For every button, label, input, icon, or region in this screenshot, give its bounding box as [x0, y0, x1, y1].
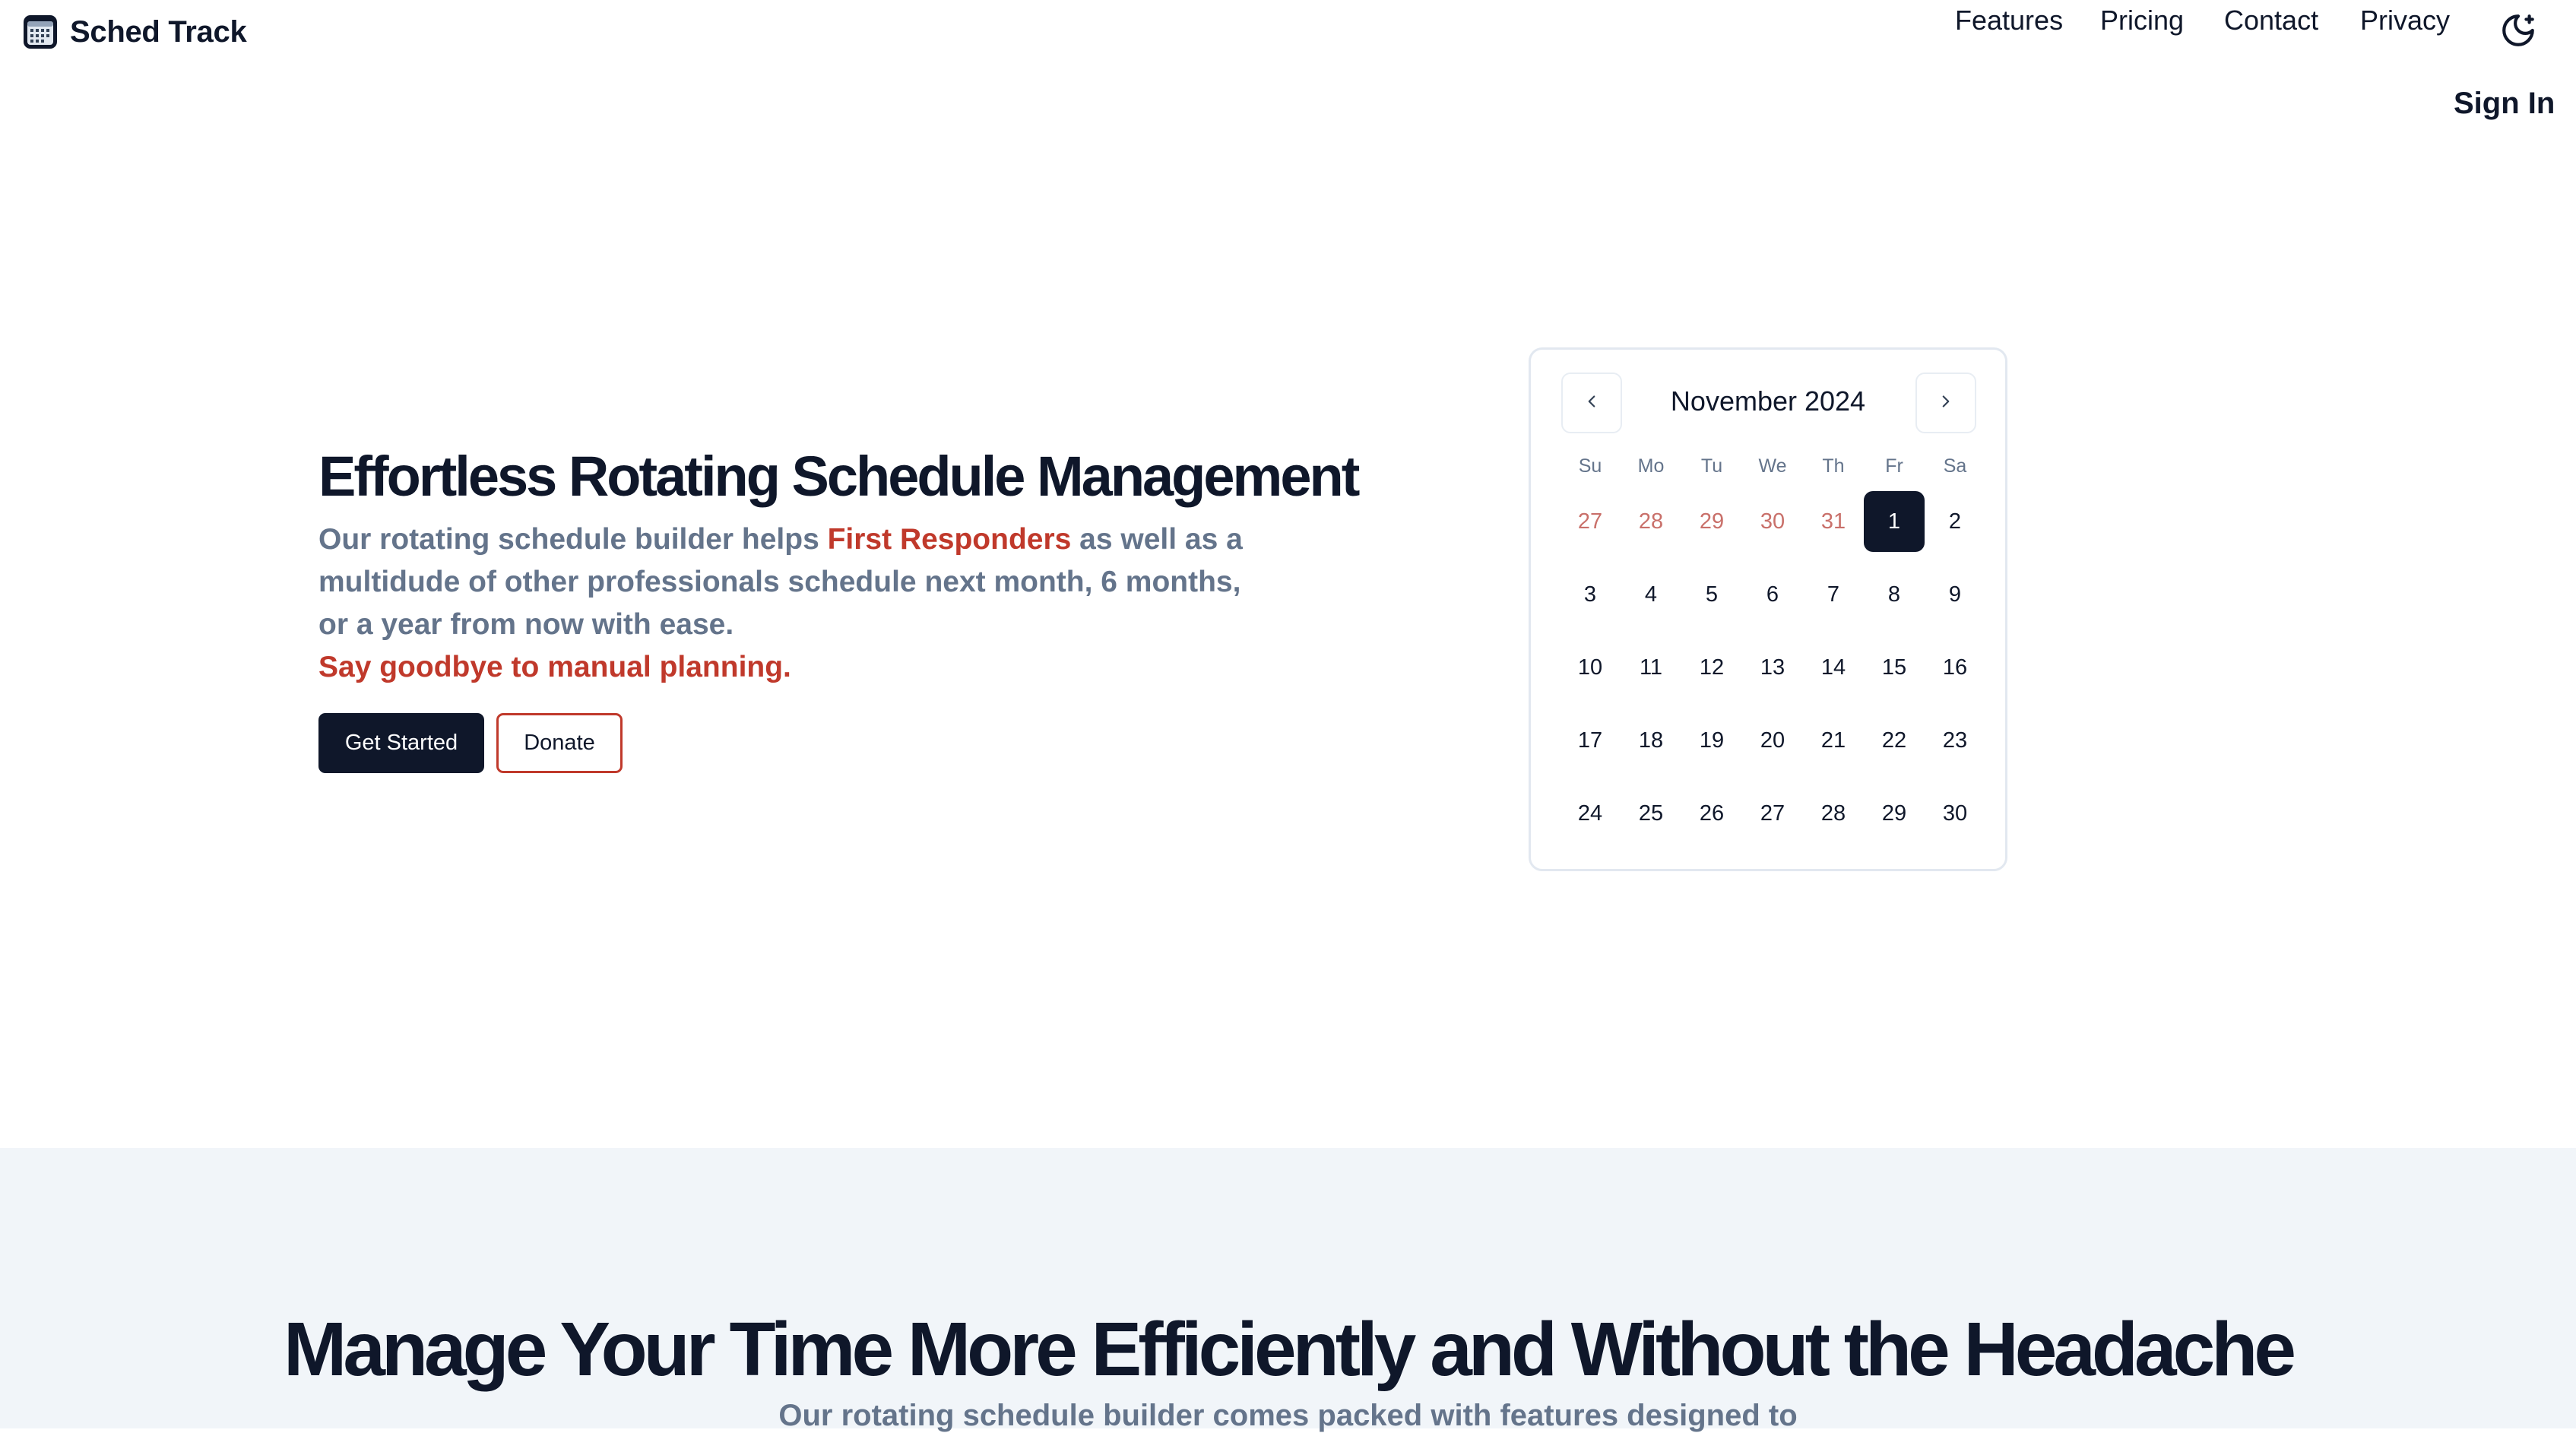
nav-link-contact[interactable]: Contact — [2224, 5, 2318, 36]
calendar-day[interactable]: 21 — [1803, 710, 1864, 771]
features-title: Manage Your Time More Efficiently and Wi… — [284, 1307, 2296, 1392]
hero-description: Our rotating schedule builder helps Firs… — [318, 518, 1261, 646]
calendar-day[interactable]: 18 — [1621, 710, 1681, 771]
calendar-day[interactable]: 6 — [1742, 564, 1803, 625]
features-subtitle: Our rotating schedule builder comes pack… — [778, 1399, 1798, 1432]
calendar-next-month-button[interactable] — [1915, 373, 1976, 433]
calendar-day[interactable]: 3 — [1560, 564, 1621, 625]
brand-name: Sched Track — [70, 14, 247, 49]
calendar-day[interactable]: 19 — [1681, 710, 1742, 771]
calendar-day[interactable]: 13 — [1742, 637, 1803, 698]
calendar-day-outside[interactable]: 29 — [1681, 491, 1742, 552]
weekday-label: Fr — [1885, 455, 1903, 477]
calendar-day[interactable]: 11 — [1621, 637, 1681, 698]
weekday-label: Th — [1822, 455, 1845, 477]
calendar-day-selected[interactable]: 1 — [1864, 491, 1925, 552]
calendar-day[interactable]: 10 — [1560, 637, 1621, 698]
get-started-button[interactable]: Get Started — [318, 713, 484, 773]
weekday-label: We — [1758, 455, 1787, 477]
nav-link-privacy[interactable]: Privacy — [2360, 5, 2450, 36]
calendar-day[interactable]: 17 — [1560, 710, 1621, 771]
calendar-day-outside[interactable]: 30 — [1742, 491, 1803, 552]
brand-link[interactable]: Sched Track — [21, 12, 247, 52]
calendar-day[interactable]: 15 — [1864, 637, 1925, 698]
calendar-day[interactable]: 24 — [1560, 783, 1621, 844]
calendar-day[interactable]: 30 — [1925, 783, 1985, 844]
calendar-day-outside[interactable]: 31 — [1803, 491, 1864, 552]
calendar-day[interactable]: 9 — [1925, 564, 1985, 625]
calendar-day[interactable]: 7 — [1803, 564, 1864, 625]
theme-toggle-button[interactable] — [2497, 11, 2540, 53]
calendar-weekday-header: Su Mo Tu We Th Fr Sa — [1560, 447, 1985, 485]
weekday-label: Mo — [1637, 455, 1665, 477]
calendar-day[interactable]: 14 — [1803, 637, 1864, 698]
hero-description-text: Our rotating schedule builder helps — [318, 523, 828, 556]
calendar-day[interactable]: 28 — [1803, 783, 1864, 844]
calendar-day[interactable]: 22 — [1864, 710, 1925, 771]
calendar-day[interactable]: 16 — [1925, 637, 1985, 698]
moon-icon — [2499, 11, 2537, 53]
weekday-label: Tu — [1700, 455, 1723, 477]
nav-link-pricing[interactable]: Pricing — [2100, 5, 2184, 36]
sign-in-link[interactable]: Sign In — [2454, 87, 2555, 121]
calendar-day[interactable]: 8 — [1864, 564, 1925, 625]
calendar-day[interactable]: 20 — [1742, 710, 1803, 771]
calendar-widget: November 2024 Su Mo Tu We Th Fr Sa 27 28… — [1529, 347, 2007, 871]
weekday-label: Sa — [1943, 455, 1967, 477]
weekday-label: Su — [1578, 455, 1602, 477]
calendar-day[interactable]: 27 — [1742, 783, 1803, 844]
calendar-day[interactable]: 25 — [1621, 783, 1681, 844]
calendar-day[interactable]: 29 — [1864, 783, 1925, 844]
hero-tagline: Say goodbye to manual planning. — [318, 651, 791, 683]
calendar-day-outside[interactable]: 28 — [1621, 491, 1681, 552]
calendar-grid: Su Mo Tu We Th Fr Sa 27 28 29 30 31 1 2 … — [1560, 447, 1985, 850]
hero-highlight-first-responders: First Responders — [827, 523, 1072, 556]
calendar-week-row: 17 18 19 20 21 22 23 — [1560, 704, 1985, 777]
calendar-week-row: 27 28 29 30 31 1 2 — [1560, 485, 1985, 558]
calendar-day[interactable]: 23 — [1925, 710, 1985, 771]
nav-link-features[interactable]: Features — [1955, 5, 2063, 36]
calendar-icon — [21, 13, 59, 51]
calendar-day[interactable]: 2 — [1925, 491, 1985, 552]
calendar-week-row: 10 11 12 13 14 15 16 — [1560, 631, 1985, 704]
donate-button[interactable]: Donate — [496, 713, 623, 773]
calendar-day[interactable]: 26 — [1681, 783, 1742, 844]
calendar-day-outside[interactable]: 27 — [1560, 491, 1621, 552]
calendar-week-row: 3 4 5 6 7 8 9 — [1560, 558, 1985, 631]
calendar-day[interactable]: 12 — [1681, 637, 1742, 698]
chevron-right-icon — [1936, 392, 1956, 415]
calendar-week-row: 24 25 26 27 28 29 30 — [1560, 777, 1985, 850]
hero-title: Effortless Rotating Schedule Management — [318, 445, 1360, 508]
calendar-day[interactable]: 5 — [1681, 564, 1742, 625]
calendar-day[interactable]: 4 — [1621, 564, 1681, 625]
